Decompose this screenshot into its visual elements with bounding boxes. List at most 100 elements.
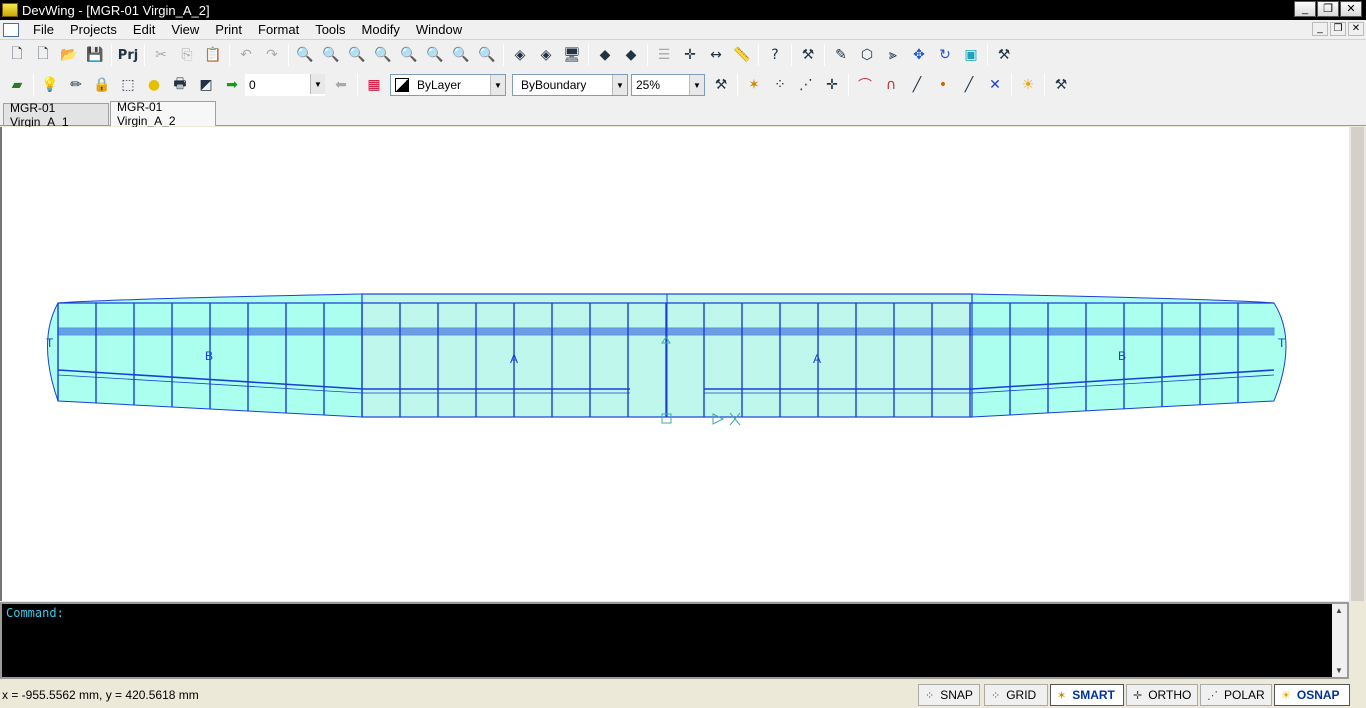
command-panel[interactable]: Command: ▲ ▼: [0, 602, 1349, 679]
zoom-previous-icon[interactable]: 🔍: [448, 42, 474, 68]
linetype-select[interactable]: ByLayer ▼: [390, 74, 506, 96]
draw-options-icon[interactable]: ⚒: [1048, 72, 1074, 98]
copy-object-icon[interactable]: ⬡: [854, 42, 880, 68]
draw-curve-icon[interactable]: ∩: [878, 72, 904, 98]
scrollbar-thumb[interactable]: [1351, 127, 1364, 601]
display-icon[interactable]: 🖥: [559, 42, 585, 68]
render-settings-icon[interactable]: ◆: [618, 42, 644, 68]
fill-select[interactable]: ByBoundary ▼: [512, 74, 628, 96]
move-icon[interactable]: ✥: [906, 42, 932, 68]
chevron-down-icon[interactable]: ▼: [612, 75, 627, 95]
command-scrollbar[interactable]: ▲ ▼: [1332, 604, 1347, 677]
layers-icon[interactable]: ◈: [507, 42, 533, 68]
tab-mgr-01-virgin-a-1[interactable]: MGR-01 Virgin_A_1: [3, 101, 109, 129]
osnap-toggle[interactable]: ☀ OSNAP: [1274, 684, 1350, 706]
save-icon[interactable]: 💾: [82, 42, 108, 68]
layer-selection-icon[interactable]: ⬚: [115, 72, 141, 98]
snap-star-icon[interactable]: ✶: [741, 72, 767, 98]
menu-view[interactable]: View: [163, 22, 207, 37]
layer-select[interactable]: 0 ▼: [245, 74, 325, 96]
snap-cross-icon[interactable]: ✛: [819, 72, 845, 98]
chevron-down-icon[interactable]: ▼: [490, 75, 505, 95]
distance-icon[interactable]: ↔: [703, 42, 729, 68]
light-icon[interactable]: ☀: [1015, 72, 1041, 98]
snap-toggle[interactable]: ⁘ SNAP: [918, 684, 980, 706]
restore-icon[interactable]: ❐: [1317, 1, 1339, 17]
doc-restore-icon[interactable]: ❐: [1330, 22, 1346, 36]
properties-options-icon[interactable]: ⚒: [708, 72, 734, 98]
layer-pencil-icon[interactable]: ✏: [63, 72, 89, 98]
coordinates-icon[interactable]: ✛: [677, 42, 703, 68]
zoom-all-icon[interactable]: 🔍: [396, 42, 422, 68]
layer-lock-icon[interactable]: 🔒: [89, 72, 115, 98]
tab-mgr-01-virgin-a-2[interactable]: MGR-01 Virgin_A_2: [110, 100, 216, 128]
erase-icon[interactable]: ✎: [828, 42, 854, 68]
scroll-down-icon[interactable]: ▼: [1335, 666, 1343, 675]
ortho-toggle[interactable]: ✛ ORTHO: [1126, 684, 1198, 706]
toolbar-options-icon[interactable]: ⚒: [795, 42, 821, 68]
menu-modify[interactable]: Modify: [354, 22, 408, 37]
menu-file[interactable]: File: [25, 22, 62, 37]
menu-edit[interactable]: Edit: [125, 22, 163, 37]
zoom-extents-icon[interactable]: 🔍: [422, 42, 448, 68]
ruler-icon[interactable]: 📏: [729, 42, 755, 68]
draw-line-icon[interactable]: ╱: [904, 72, 930, 98]
new-file-icon[interactable]: 🗋: [4, 42, 30, 68]
rotate-icon[interactable]: ↻: [932, 42, 958, 68]
grid-toggle[interactable]: ⁘ GRID: [984, 684, 1048, 706]
menu-print[interactable]: Print: [207, 22, 250, 37]
cut-icon[interactable]: ✂: [148, 42, 174, 68]
layer-next-icon[interactable]: ➡: [219, 72, 245, 98]
mirror-icon[interactable]: ⫸: [880, 42, 906, 68]
scale-icon[interactable]: ▣: [958, 42, 984, 68]
new-template-icon[interactable]: 🗋: [30, 42, 56, 68]
transparency-select[interactable]: 25% ▼: [631, 74, 705, 96]
project-button[interactable]: Prj: [115, 42, 141, 68]
snap-line-icon[interactable]: ⋰: [793, 72, 819, 98]
smart-toggle[interactable]: ✶ SMART: [1050, 684, 1124, 706]
wing-drawing[interactable]: T B A A B T: [2, 127, 1349, 601]
draw-point-icon[interactable]: •: [930, 72, 956, 98]
layer-print-icon[interactable]: 🖶: [167, 72, 193, 98]
previous-layer-icon[interactable]: ⬅: [328, 72, 354, 98]
close-icon[interactable]: ✕: [1340, 1, 1362, 17]
snap-grid-icon[interactable]: ⁘: [767, 72, 793, 98]
draw-tangent-icon[interactable]: ╱: [956, 72, 982, 98]
menu-format[interactable]: Format: [250, 22, 307, 37]
vertical-scrollbar[interactable]: [1349, 127, 1366, 601]
doc-minimize-icon[interactable]: _: [1312, 22, 1328, 36]
chevron-down-icon[interactable]: ▼: [689, 75, 704, 95]
zoom-window-icon[interactable]: 🔍: [318, 42, 344, 68]
help-icon[interactable]: ?: [762, 42, 788, 68]
minimize-icon[interactable]: _: [1294, 1, 1316, 17]
layer-linetype-icon[interactable]: ◩: [193, 72, 219, 98]
undo-icon[interactable]: ↶: [233, 42, 259, 68]
paste-icon[interactable]: 📋: [200, 42, 226, 68]
layer-color-icon[interactable]: ●: [141, 72, 167, 98]
scroll-up-icon[interactable]: ▲: [1335, 606, 1343, 615]
menu-window[interactable]: Window: [408, 22, 470, 37]
render-icon[interactable]: ◆: [592, 42, 618, 68]
document-icon[interactable]: [3, 22, 19, 37]
redo-icon[interactable]: ↷: [259, 42, 285, 68]
open-folder-icon[interactable]: 📂: [56, 42, 82, 68]
zoom-dynamic-icon[interactable]: 🔍: [474, 42, 500, 68]
layer-on-icon[interactable]: 💡: [37, 72, 63, 98]
doc-close-icon[interactable]: ✕: [1348, 22, 1364, 36]
zoom-in-icon[interactable]: 🔍: [344, 42, 370, 68]
color-palette-icon[interactable]: ▦: [361, 72, 387, 98]
menu-projects[interactable]: Projects: [62, 22, 125, 37]
zoom-out-icon[interactable]: 🔍: [370, 42, 396, 68]
align-icon[interactable]: ☰: [651, 42, 677, 68]
drawing-canvas[interactable]: T B A A B T: [0, 127, 1366, 601]
chevron-down-icon[interactable]: ▼: [310, 74, 325, 94]
delete-object-icon[interactable]: ✕: [982, 72, 1008, 98]
layer-manager-icon[interactable]: ▰: [4, 72, 30, 98]
draw-arc-icon[interactable]: ⌒: [852, 72, 878, 98]
polar-toggle[interactable]: ⋰ POLAR: [1200, 684, 1272, 706]
zoom-realtime-icon[interactable]: 🔍: [292, 42, 318, 68]
layers-stack-icon[interactable]: ◈: [533, 42, 559, 68]
copy-icon[interactable]: ⎘: [174, 42, 200, 68]
modify-options-icon[interactable]: ⚒: [991, 42, 1017, 68]
menu-tools[interactable]: Tools: [307, 22, 353, 37]
